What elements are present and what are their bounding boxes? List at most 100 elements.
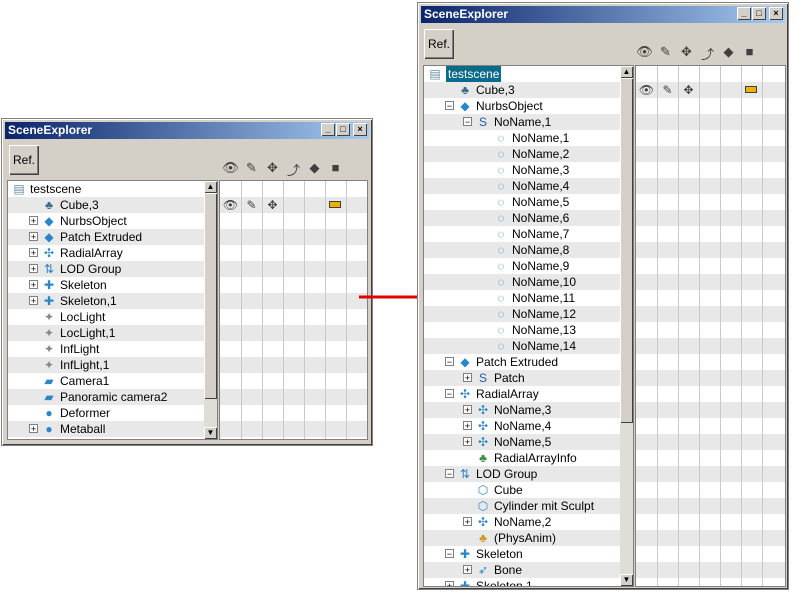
scroll-up-button[interactable]: ▲ [620,66,633,78]
small-tree-pane[interactable]: ▤ testscene ♣ Cube,3 + ◆ NurbsObject + ◆ Patch Ex… [7,180,218,440]
tree-row[interactable]: + ✣ NoName,3 [424,402,620,418]
node-label[interactable]: NoName,4 [494,418,551,434]
node-label[interactable]: NoName,9 [512,258,569,274]
node-label[interactable]: NurbsObject [60,213,127,229]
tree-row[interactable]: + ◆ Patch Extruded [8,229,204,245]
tree-row[interactable]: ◌ NoName,12 [424,306,620,322]
tree-row[interactable]: ✦ LocLight [8,309,204,325]
color-icon[interactable]: ■ [739,44,760,63]
minimize-button[interactable]: _ [737,7,751,20]
expand-toggle[interactable]: + [463,405,472,415]
eye-icon[interactable]: 👁 [636,82,657,98]
tree-row[interactable]: ◌ NoName,2 [424,146,620,162]
tree-row[interactable]: + ✣ NoName,4 [424,418,620,434]
node-label[interactable]: Skeleton [60,277,107,293]
expand-toggle[interactable]: + [29,216,38,226]
node-label[interactable]: Cube,3 [476,82,515,98]
tree-row[interactable]: ⬡ Cube [424,482,620,498]
tree-row[interactable]: + ✚ Skeleton,1 [8,293,204,309]
tree-row[interactable]: + ● Metaball [8,421,204,437]
node-label[interactable]: InfLight,1 [60,357,109,373]
tree-row[interactable]: ● Deformer [8,405,204,421]
expand-toggle[interactable]: + [29,264,38,274]
tree-row[interactable]: ♣ Cube,3 [8,197,204,213]
node-label[interactable]: Bone [494,562,522,578]
expand-toggle[interactable]: + [29,248,38,258]
scroll-down-button[interactable]: ▼ [204,427,217,439]
tree-row[interactable]: − S NoName,1 [424,114,620,130]
node-label[interactable]: Deformer [60,405,110,421]
mode-icon[interactable]: ◆ [304,160,325,179]
tree-row[interactable]: ▰ Camera1 [8,373,204,389]
node-label[interactable]: LOD Group [476,466,537,482]
close-button[interactable]: × [353,123,367,136]
node-label[interactable]: LOD Group [60,261,121,277]
tree-row[interactable]: ◌ NoName,6 [424,210,620,226]
maximize-button[interactable]: □ [752,7,766,20]
tree-row[interactable]: − ◆ NurbsObject [424,98,620,114]
tree-row[interactable]: ◌ NoName,14 [424,338,620,354]
collapse-toggle[interactable]: − [445,389,454,399]
collapse-toggle[interactable]: − [445,469,454,479]
node-label[interactable]: Patch [494,370,525,386]
eye-icon[interactable]: 👁 [634,44,655,63]
lock-icon[interactable]: ✥ [262,197,283,213]
node-label[interactable]: Cylinder mit Sculpt [494,498,594,514]
node-label[interactable]: NoName,8 [512,242,569,258]
node-label[interactable]: NoName,3 [494,402,551,418]
color-swatch[interactable] [745,86,757,93]
tree-row[interactable]: ▰ Panoramic camera2 [8,389,204,405]
tree-row[interactable]: + ✣ NoName,5 [424,434,620,450]
select-icon[interactable]: ✎ [657,82,678,98]
collapse-toggle[interactable]: − [445,549,454,559]
tree-row[interactable]: ⬡ Cylinder mit Sculpt [424,498,620,514]
expand-toggle[interactable]: + [29,232,38,242]
node-label[interactable]: testscene [30,181,81,197]
expand-toggle[interactable]: + [29,296,38,306]
tree-row[interactable]: ◌ NoName,9 [424,258,620,274]
tree-row[interactable]: ◌ NoName,10 [424,274,620,290]
wire-icon[interactable]: ⤴ [697,44,718,63]
node-label[interactable]: NoName,13 [512,322,576,338]
wire-icon[interactable]: ⤴ [283,160,304,179]
node-label[interactable]: Camera1 [60,373,109,389]
node-label[interactable]: RadialArray [476,386,539,402]
select-icon[interactable]: ✎ [241,197,262,213]
node-label[interactable]: Skeleton,1 [60,293,117,309]
tree-row[interactable]: − ✣ RadialArray [424,386,620,402]
node-label[interactable]: NoName,5 [494,434,551,450]
scroll-thumb[interactable] [204,193,217,399]
node-label[interactable]: testscene [446,66,502,82]
tree-row[interactable]: + ⇅ LOD Group [8,261,204,277]
mode-icon[interactable]: ◆ [718,44,739,63]
tree-row[interactable]: ♣ RadialArrayInfo [424,450,620,466]
collapse-toggle[interactable]: − [445,357,454,367]
close-button[interactable]: × [769,7,783,20]
lock-icon[interactable]: ✥ [262,160,283,179]
tree-row[interactable]: ◌ NoName,13 [424,322,620,338]
tree-row[interactable]: − ✚ Skeleton [424,546,620,562]
node-label[interactable]: InfLight [60,341,99,357]
lock-icon[interactable]: ✥ [676,44,697,63]
small-title-bar[interactable]: SceneExplorer _ □ × [5,122,369,139]
node-label[interactable]: NoName,7 [512,226,569,242]
tree-row[interactable]: ◌ NoName,5 [424,194,620,210]
expand-toggle[interactable]: + [463,421,472,431]
tree-row[interactable]: + ✚ Skeleton,1 [424,578,620,586]
large-tree-pane[interactable]: ▤ testscene ♣ Cube,3− ◆ NurbsObject − S NoName,1… [423,65,634,587]
node-label[interactable]: NoName,11 [512,290,575,306]
node-label[interactable]: NoName,1 [512,130,569,146]
node-label[interactable]: Skeleton [476,546,523,562]
tree-row[interactable]: ▤ testscene [424,66,620,82]
tree-row[interactable]: − ⇅ LOD Group [424,466,620,482]
tree-row[interactable]: ◌ NoName,1 [424,130,620,146]
tree-row[interactable]: + ✚ Skeleton [8,277,204,293]
tree-row[interactable]: ♣ Cube,3 [424,82,620,98]
color-icon[interactable]: ■ [325,160,346,179]
eye-icon[interactable]: 👁 [220,197,241,213]
node-label[interactable]: NurbsObject [476,98,543,114]
node-label[interactable]: Panoramic camera2 [60,389,167,405]
node-label[interactable]: Metaball [60,421,105,437]
node-label[interactable]: Cube,3 [60,197,99,213]
expand-toggle[interactable]: + [463,517,472,527]
